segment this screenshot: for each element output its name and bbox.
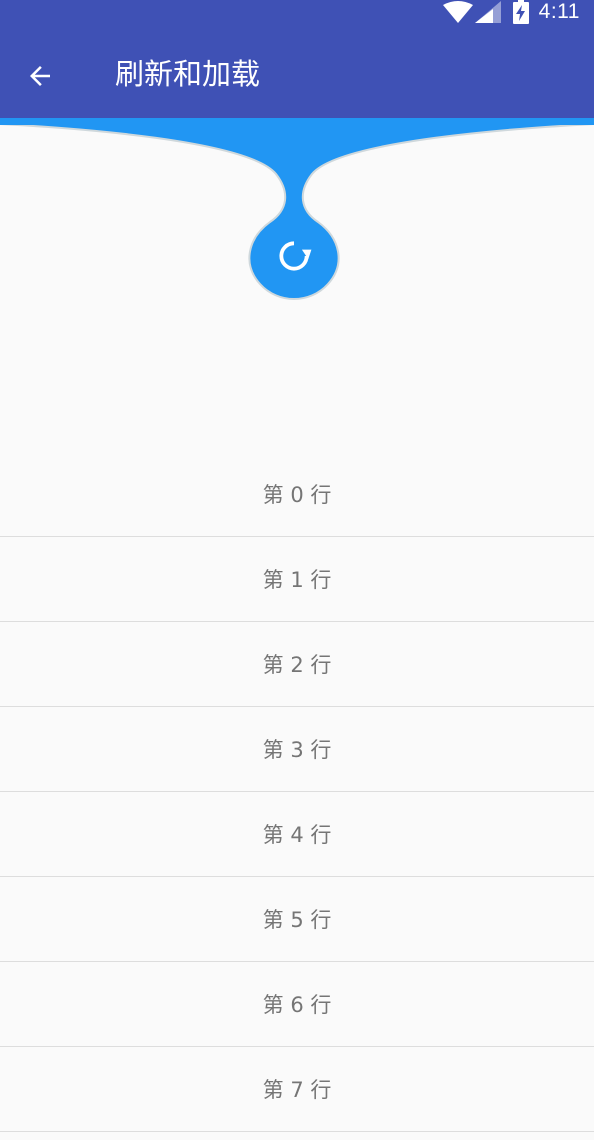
status-bar: 4:11 bbox=[0, 0, 594, 24]
list-item-label: 第 7 行 bbox=[262, 1078, 332, 1102]
page-title: 刷新和加载 bbox=[115, 57, 261, 91]
list-item-label: 第 2 行 bbox=[262, 653, 332, 677]
status-time: 4:11 bbox=[538, 0, 580, 23]
back-button[interactable] bbox=[12, 48, 68, 104]
app-bar: 刷新和加载 bbox=[0, 24, 594, 124]
row-list: 第 0 行 第 1 行 第 2 行 第 3 行 第 4 行 第 5 行 第 6 … bbox=[0, 452, 594, 1140]
list-item-label: 第 6 行 bbox=[262, 993, 332, 1017]
list-item-label: 第 1 行 bbox=[262, 568, 332, 592]
list-item-label: 第 0 行 bbox=[262, 483, 332, 507]
arrow-back-icon bbox=[30, 66, 50, 86]
list-item[interactable]: 第 0 行 bbox=[0, 452, 594, 537]
list-item[interactable]: 第 1 行 bbox=[0, 537, 594, 622]
list-item[interactable]: 第 3 行 bbox=[0, 707, 594, 792]
list-item[interactable]: 第 4 行 bbox=[0, 792, 594, 877]
cell-signal-icon bbox=[474, 1, 501, 23]
battery-charging-icon bbox=[512, 0, 529, 24]
status-icons: 4:11 bbox=[442, 0, 580, 24]
list-item[interactable]: 第 2 行 bbox=[0, 622, 594, 707]
wifi-icon bbox=[442, 1, 473, 23]
list-item[interactable]: 第 7 行 bbox=[0, 1047, 594, 1132]
list-item-label: 第 5 行 bbox=[262, 908, 332, 932]
refresh-icon bbox=[279, 241, 312, 271]
list-item-label: 第 3 行 bbox=[262, 738, 332, 762]
list-item[interactable]: 第 6 行 bbox=[0, 962, 594, 1047]
list-item-label: 第 4 行 bbox=[262, 823, 332, 847]
refresh-button[interactable] bbox=[262, 224, 326, 288]
list-item[interactable]: 第 5 行 bbox=[0, 877, 594, 962]
